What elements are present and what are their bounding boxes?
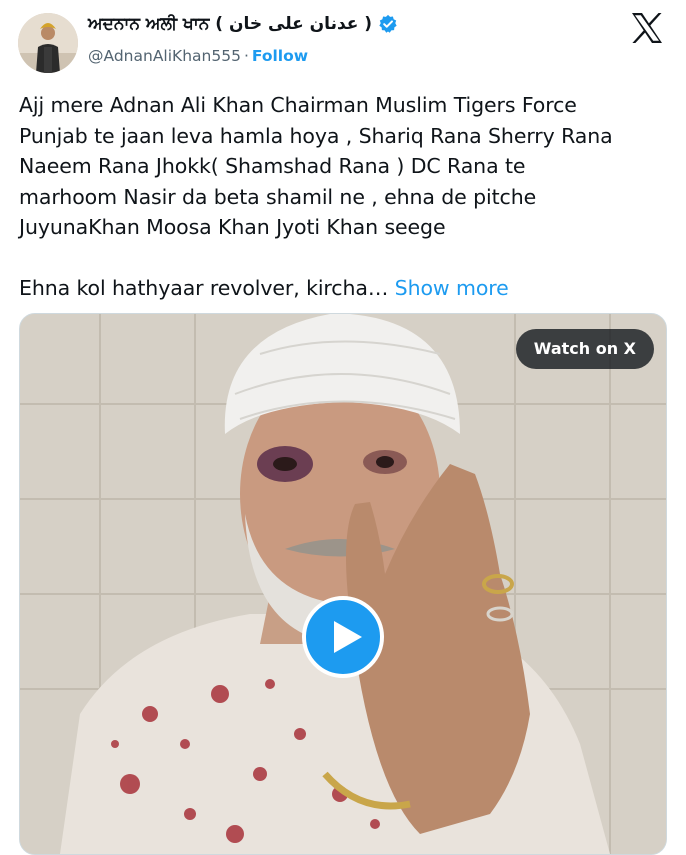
play-button[interactable]: [302, 596, 384, 678]
name-row: ਅਦਨਾਨ ਅਲੀ ਖਾਨ ( عدنان علی خان ): [88, 14, 398, 34]
tweet-line: Naeem Rana Jhokk( Shamshad Rana ) DC Ran…: [19, 154, 526, 178]
watch-on-x-button[interactable]: Watch on X: [515, 329, 654, 369]
tweet-line: Punjab te jaan leva hamla hoya , Shariq …: [19, 123, 613, 148]
video-player[interactable]: Watch on X: [19, 313, 667, 855]
show-more-link[interactable]: Show more: [395, 276, 509, 300]
follow-button[interactable]: Follow: [252, 47, 308, 65]
tweet-text: Ajj mere Adnan Ali Khan Chairman Muslim …: [19, 90, 669, 304]
tweet-header: ਅਦਨਾਨ ਅਲੀ ਖਾਨ ( عدنان علی خان ) @AdnanAl…: [0, 0, 686, 80]
display-name[interactable]: ਅਦਨਾਨ ਅਲੀ ਖਾਨ ( عدنان علی خان ): [88, 14, 372, 34]
play-icon: [334, 621, 362, 653]
separator-dot: ·: [243, 47, 249, 65]
verified-badge-icon: [379, 14, 397, 33]
tweet-line: Ajj mere Adnan Ali Khan Chairman Muslim …: [19, 93, 577, 117]
tweet-line-truncated: Ehna kol hathyaar revolver, kircha… Show…: [19, 273, 669, 304]
truncated-text: Ehna kol hathyaar revolver, kircha…: [19, 276, 389, 300]
tweet-line: marhoom Nasir da beta shamil ne , ehna d…: [19, 184, 537, 209]
handle-row: @AdnanAliKhan555 · Follow: [88, 47, 308, 65]
video-thumbnail: [20, 314, 666, 854]
x-logo-icon[interactable]: [630, 12, 664, 44]
tweet-line: JuyunaKhan Moosa Khan Jyoti Khan seege: [19, 215, 446, 239]
avatar[interactable]: [18, 13, 78, 73]
user-handle[interactable]: @AdnanAliKhan555: [88, 47, 241, 65]
